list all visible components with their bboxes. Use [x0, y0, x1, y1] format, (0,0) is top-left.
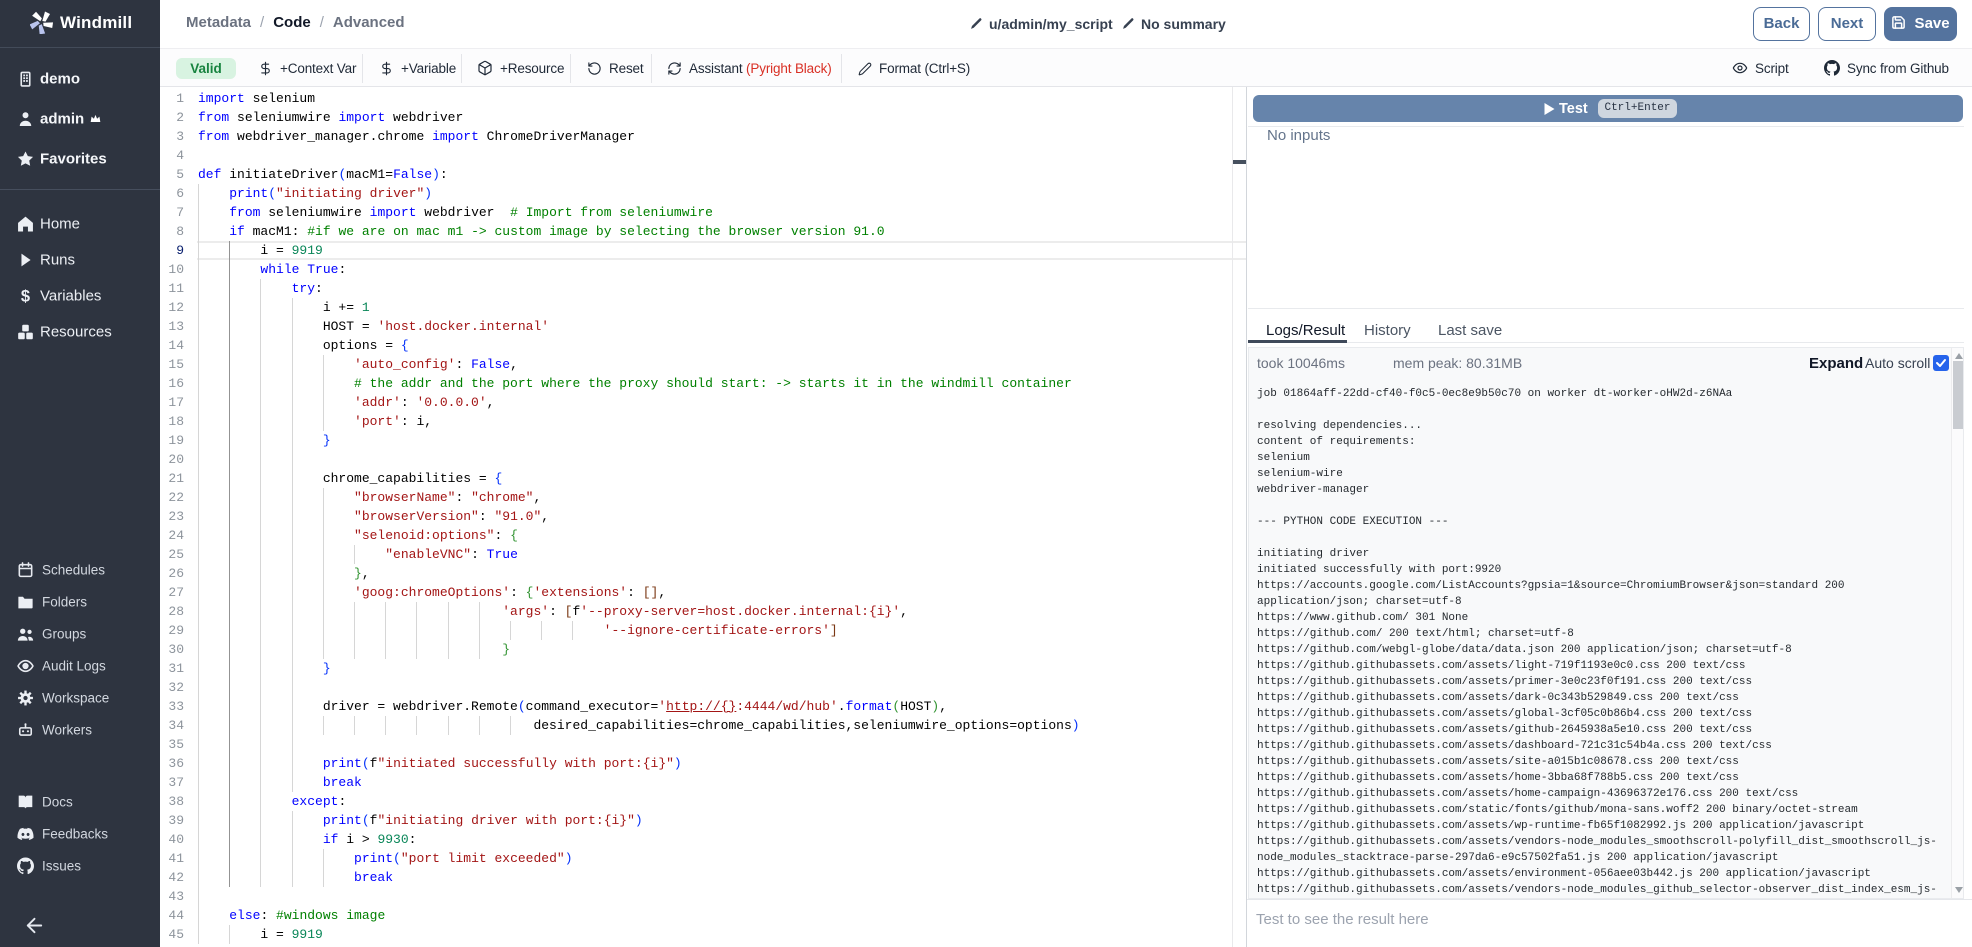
svg-text:$: $ — [21, 288, 30, 305]
